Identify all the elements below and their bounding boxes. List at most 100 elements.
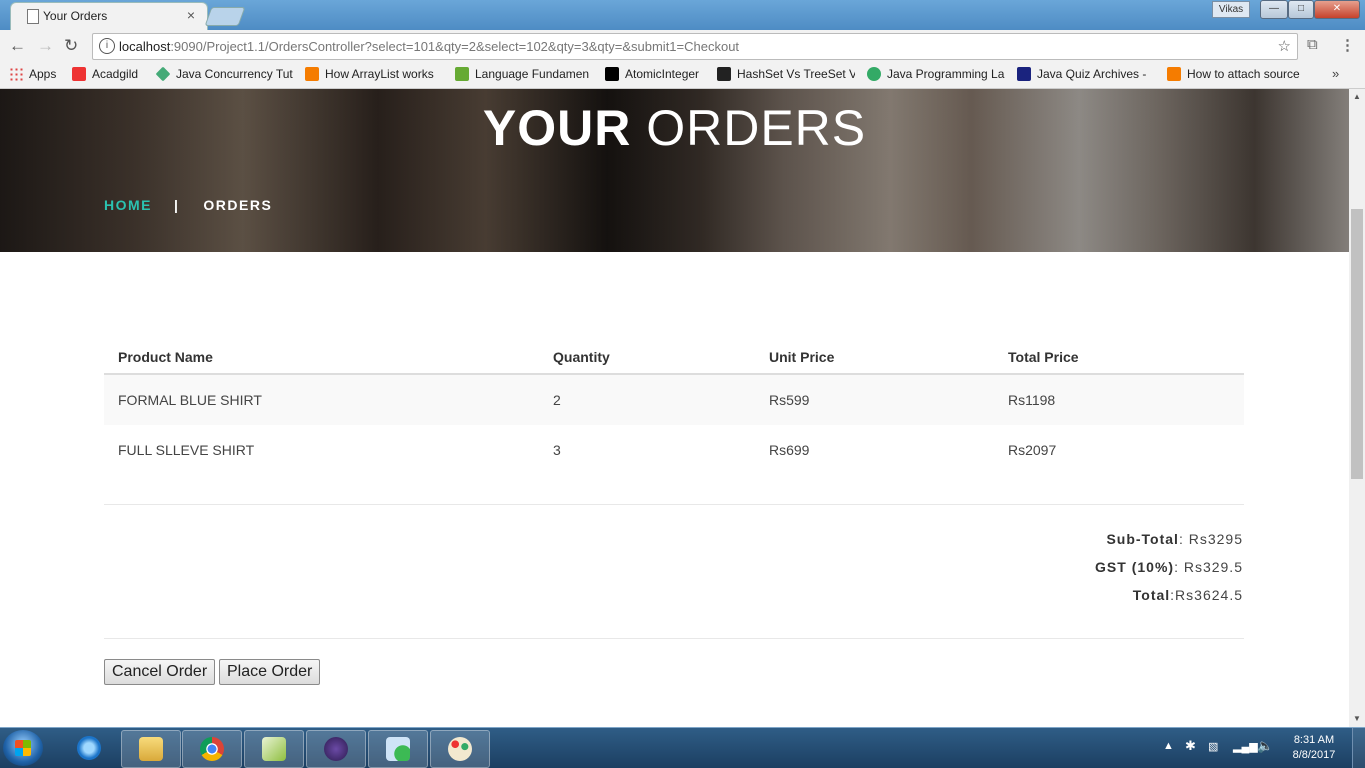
place-order-button[interactable]: Place Order (219, 659, 321, 685)
taskbar-notepad-plus[interactable] (244, 730, 304, 768)
browser-toolbar: ← → ↻ i localhost:9090/Project1.1/Orders… (0, 30, 1365, 62)
bookmark-label: HashSet Vs TreeSet V (737, 67, 855, 81)
diamond-icon (156, 67, 171, 82)
cancel-order-button[interactable]: Cancel Order (104, 659, 216, 685)
divider (104, 638, 1244, 639)
blogger-icon (1167, 67, 1181, 81)
back-arrow-icon[interactable]: ← (9, 36, 26, 56)
site-icon (717, 67, 731, 81)
folder-icon (139, 737, 163, 761)
taskbar-media-player[interactable] (368, 730, 428, 768)
taskbar-internet-explorer[interactable] (60, 730, 118, 766)
show-hidden-icons[interactable]: ▲ (1163, 740, 1174, 752)
column-header: Total Price (994, 341, 1244, 375)
url-host: localhost (119, 39, 171, 54)
table-header-row: Product Name Quantity Unit Price Total P… (104, 341, 1244, 375)
chrome-icon (200, 737, 224, 761)
new-tab-button[interactable] (204, 7, 246, 26)
taskbar-eclipse-javaee[interactable] (306, 730, 366, 768)
breadcrumb: HOME | ORDERS (104, 197, 272, 213)
link-icon (867, 67, 881, 81)
hero-banner: YOUR ORDERS HOME | ORDERS (0, 89, 1349, 252)
product-name-cell: FULL SLLEVE SHIRT (104, 425, 539, 475)
gst-line: GST (10%): Rs329.5 (843, 559, 1243, 575)
menu-icon[interactable]: ⋮ (1340, 36, 1355, 54)
blogger-icon (305, 67, 319, 81)
url-path: :9090/Project1.1/OrdersController?select… (170, 39, 740, 54)
total-price-cell: Rs1198 (994, 374, 1244, 425)
reload-icon[interactable]: ↻ (64, 36, 78, 56)
page-scrollbar[interactable]: ▲ ▼ (1349, 89, 1365, 727)
clock-date: 8/8/2017 (1292, 749, 1336, 761)
bookmark-apps[interactable]: Apps (9, 67, 56, 83)
acadgild-icon (72, 67, 86, 81)
close-window-button[interactable]: ✕ (1314, 0, 1360, 19)
bookmark-java-concurrency[interactable]: Java Concurrency Tut (156, 67, 294, 83)
quantity-cell: 2 (539, 374, 755, 425)
total-price-cell: Rs2097 (994, 425, 1244, 475)
page-title-normal: ORDERS (646, 100, 867, 156)
orders-table: Product Name Quantity Unit Price Total P… (104, 341, 1244, 475)
taskbar-file-explorer[interactable] (121, 730, 181, 768)
bookmark-attach-source[interactable]: How to attach source (1167, 67, 1305, 83)
extension-icon[interactable]: ⧉ (1307, 36, 1318, 53)
bookmark-arraylist[interactable]: How ArrayList works (305, 67, 439, 83)
quiz-icon (1017, 67, 1031, 81)
internet-explorer-icon (77, 736, 101, 760)
address-bar[interactable]: i localhost:9090/Project1.1/OrdersContro… (92, 33, 1298, 60)
subtotal-value: : Rs3295 (1178, 531, 1243, 547)
scrollbar-thumb[interactable] (1351, 209, 1363, 479)
bookmark-java-quiz[interactable]: Java Quiz Archives - (1017, 67, 1157, 83)
bookmark-star-icon[interactable]: ☆ (1278, 37, 1291, 55)
volume-icon[interactable]: 🔈 (1257, 738, 1273, 754)
gst-value: : Rs329.5 (1174, 559, 1243, 575)
start-button[interactable] (3, 730, 43, 766)
clock-time: 8:31 AM (1293, 734, 1335, 746)
column-header: Product Name (104, 341, 539, 375)
maximize-button[interactable]: □ (1288, 0, 1314, 19)
page-viewport: YOUR ORDERS HOME | ORDERS Product Name Qua… (0, 89, 1349, 727)
product-name-cell: FORMAL BLUE SHIRT (104, 374, 539, 425)
tab-your-orders[interactable]: Your Orders × (10, 2, 208, 31)
breadcrumb-home-link[interactable]: HOME (104, 197, 152, 213)
bookmark-label: Java Concurrency Tut (176, 67, 293, 81)
bookmark-hashset[interactable]: HashSet Vs TreeSet V (717, 67, 855, 83)
power-icon[interactable]: ▧ (1208, 740, 1218, 753)
eclipse-icon (324, 737, 348, 761)
scroll-down-icon[interactable]: ▼ (1353, 714, 1361, 723)
close-tab-icon[interactable]: × (187, 7, 195, 23)
taskbar-chrome[interactable] (182, 730, 242, 768)
windows-logo-icon (15, 740, 31, 756)
total-label: Total (1132, 587, 1171, 603)
bookmark-acadgild[interactable]: Acadgild (72, 67, 138, 83)
minimize-button[interactable]: — (1260, 0, 1288, 19)
bookmark-language-fundamentals[interactable]: Language Fundamen (455, 67, 591, 83)
show-desktop-button[interactable] (1352, 728, 1365, 768)
tab-title: Your Orders (43, 9, 108, 23)
taskbar-paint[interactable] (430, 730, 490, 768)
subtotal-line: Sub-Total: Rs3295 (843, 531, 1243, 547)
system-clock[interactable]: 8:31 AM 8/8/2017 (1284, 733, 1344, 763)
notepad-icon (262, 737, 286, 761)
total-line: Total:Rs3624.5 (843, 587, 1243, 603)
total-value: :Rs3624.5 (1170, 587, 1243, 603)
scroll-up-icon[interactable]: ▲ (1353, 92, 1361, 101)
bookmark-label: How ArrayList works (325, 67, 434, 81)
more-bookmarks-icon[interactable]: » (1332, 66, 1339, 81)
table-row: FULL SLLEVE SHIRT 3 Rs699 Rs2097 (104, 425, 1244, 475)
network-signal-icon[interactable]: ▂▄▆ (1233, 740, 1258, 753)
page-title-bold: YOUR (482, 100, 632, 156)
bookmark-atomicinteger[interactable]: AtomicInteger (605, 67, 699, 83)
windows-taskbar: ▲ ✱ ▧ ▂▄▆ 🔈 8:31 AM 8/8/2017 (0, 727, 1365, 768)
info-icon[interactable]: i (99, 38, 115, 54)
table-row: FORMAL BLUE SHIRT 2 Rs599 Rs1198 (104, 374, 1244, 425)
bookmark-label: Java Programming La (887, 67, 1005, 81)
bookmark-label: Java Quiz Archives - (1037, 67, 1147, 81)
bookmark-label: How to attach source (1187, 67, 1300, 81)
forward-arrow-icon[interactable]: → (37, 36, 54, 56)
url-text[interactable]: localhost:9090/Project1.1/OrdersControll… (119, 39, 739, 54)
document-icon (27, 9, 39, 24)
bluetooth-icon[interactable]: ✱ (1185, 738, 1196, 754)
profile-button[interactable]: Vikas (1212, 1, 1250, 18)
bookmark-java-programming[interactable]: Java Programming La (867, 67, 1005, 83)
